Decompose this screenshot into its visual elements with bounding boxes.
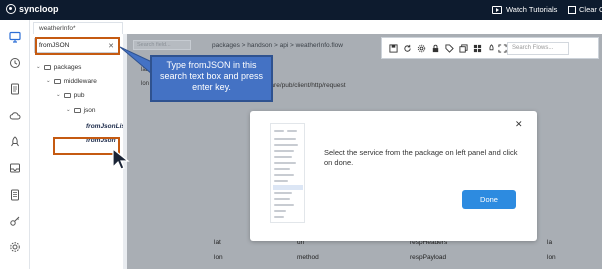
- tree-item-label: json: [83, 106, 96, 114]
- cloud-icon[interactable]: [8, 109, 22, 123]
- expand-icon[interactable]: [497, 43, 507, 53]
- clear-button[interactable]: Clear C: [568, 5, 602, 14]
- key-icon[interactable]: [8, 214, 22, 228]
- grid-col1-row2: lon: [214, 254, 223, 261]
- tree-folder-item[interactable]: ⌄ packages: [36, 62, 81, 72]
- clear-label: Clear C: [579, 5, 602, 14]
- inbox-icon[interactable]: [8, 161, 22, 175]
- tree-item-label: fromJsonLis: [86, 122, 126, 130]
- chevron-down-icon[interactable]: ⌄: [66, 107, 71, 113]
- lock-icon[interactable]: [430, 43, 440, 53]
- document-icon[interactable]: [8, 82, 22, 96]
- tree-folder-item[interactable]: ⌄ json: [66, 105, 96, 115]
- left-icon-rail: [0, 20, 30, 269]
- top-bar: syncloop Watch Tutorials Clear C: [0, 0, 602, 20]
- grid-col1-row1: lat: [214, 239, 221, 246]
- folder-icon: [53, 78, 61, 84]
- brand-name: syncloop: [19, 4, 59, 14]
- watch-tutorials-button[interactable]: Watch Tutorials: [492, 5, 557, 14]
- select-service-dialog: ✕ Select the service from the package on…: [250, 111, 537, 241]
- syncloop-logo-icon: [6, 4, 16, 14]
- tab-weatherinfo[interactable]: weatherInfo*: [33, 22, 123, 34]
- tree-item-label: middleware: [63, 77, 97, 85]
- package-tree-illustration: [270, 123, 305, 223]
- tag-icon[interactable]: [444, 43, 454, 53]
- settings-icon[interactable]: [416, 43, 426, 53]
- tree-item-label: packages: [53, 63, 82, 71]
- grid-col2-row2: method: [297, 254, 319, 261]
- watch-tutorials-label: Watch Tutorials: [506, 5, 558, 14]
- tree-service-item[interactable]: fromJsonLis: [86, 121, 125, 131]
- folder-icon: [73, 107, 81, 113]
- workspace-field-lon: lon: [141, 81, 150, 87]
- flow-filter-input[interactable]: Search Flows...: [507, 42, 569, 55]
- chevron-down-icon[interactable]: ⌄: [46, 78, 51, 84]
- rocket-run-icon[interactable]: [486, 43, 496, 53]
- file-list-icon[interactable]: [8, 188, 22, 202]
- chevron-down-icon[interactable]: ⌄: [36, 64, 41, 70]
- rocket-icon[interactable]: [8, 135, 22, 149]
- mouse-cursor-icon: [112, 147, 130, 170]
- clock-icon[interactable]: [8, 56, 22, 70]
- brand[interactable]: syncloop: [6, 4, 59, 14]
- grid-col4-row1: la: [547, 239, 553, 246]
- dialog-message: Select the service from the package on l…: [324, 148, 518, 167]
- grid-col4-row2: lon: [547, 254, 556, 261]
- chevron-down-icon[interactable]: ⌄: [56, 92, 61, 98]
- done-button[interactable]: Done: [462, 190, 516, 209]
- instruction-callout: Type fromJSON in this search text box an…: [150, 55, 273, 102]
- workspace-search-input[interactable]: Search field...: [133, 40, 191, 50]
- tree-item-label: pub: [73, 91, 85, 99]
- search-highlight-box: [35, 37, 120, 55]
- fromjson-highlight-box: [53, 137, 120, 155]
- clear-icon: [568, 5, 576, 14]
- refresh-icon[interactable]: [402, 43, 412, 53]
- monitor-icon[interactable]: [8, 30, 22, 44]
- folder-icon: [43, 64, 51, 70]
- flow-toolbar: Search Flows...: [381, 37, 599, 59]
- grid-col3-row2: respPayload: [410, 254, 447, 261]
- settings-gear-icon[interactable]: [8, 240, 22, 254]
- video-icon: [492, 5, 502, 14]
- copy-icon[interactable]: [458, 43, 468, 53]
- breadcrumb: packages > handson > api > weatherInfo.f…: [212, 42, 343, 49]
- close-icon[interactable]: ✕: [515, 119, 523, 130]
- workspace-field-lat: lat: [141, 67, 148, 73]
- save-icon[interactable]: [388, 43, 398, 53]
- tree-folder-item[interactable]: ⌄ middleware: [46, 76, 97, 86]
- tree-folder-item[interactable]: ⌄ pub: [56, 90, 84, 100]
- folder-icon: [63, 92, 71, 98]
- grid-icon[interactable]: [472, 43, 482, 53]
